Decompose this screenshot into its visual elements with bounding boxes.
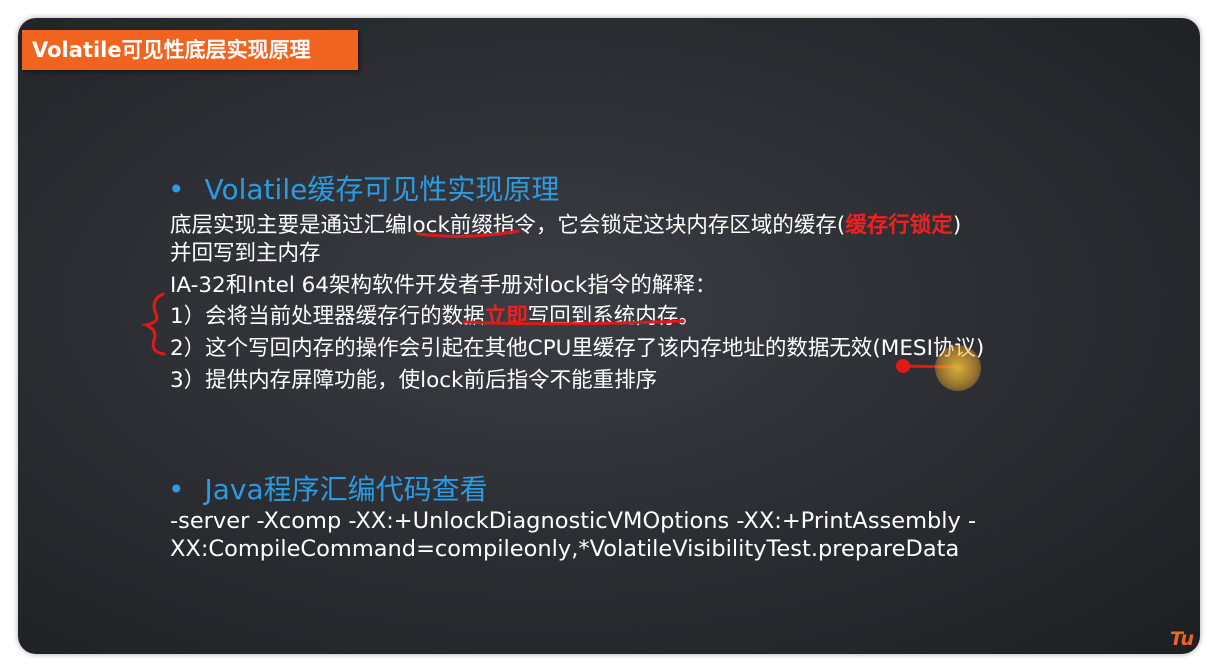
jvm-args-line-2: XX:CompileCommand=compileonly,*VolatileV… xyxy=(170,536,960,562)
immediately-highlight: 立即 xyxy=(484,304,528,329)
list-item-1-end: 写回到系统内存。 xyxy=(527,304,700,329)
cache-line-lock-highlight: 缓存行锁定 xyxy=(845,213,953,238)
section1-heading-text: Volatile缓存可见性实现原理 xyxy=(204,173,560,206)
section1-heading: • Volatile缓存可见性实现原理 xyxy=(168,168,559,208)
line-manual: IA-32和Intel 64架构软件开发者手册对lock指令的解释： xyxy=(170,273,717,298)
line-writeback: 并回写到主内存 xyxy=(170,241,321,266)
list-item-3: 3）提供内存屏障功能，使lock前后指令不能重排序 xyxy=(170,368,658,393)
bullet-icon: • xyxy=(168,173,185,206)
list-item-2: 2）这个写回内存的操作会引起在其他CPU里缓存了该内存地址的数据无效(MESI协… xyxy=(170,336,985,361)
line-lock-prefix-close: ) xyxy=(952,213,962,238)
section2-heading: • Java程序汇编代码查看 xyxy=(168,468,488,508)
section2-heading-text: Java程序汇编代码查看 xyxy=(204,473,488,506)
pointer-highlight-icon xyxy=(935,345,981,391)
list-item-1-text: 1）会将当前处理器缓存行的数据 xyxy=(170,304,485,329)
line-lock-prefix-text: 底层实现主要是通过汇编lock前缀指令，它会锁定这块内存区域的缓存( xyxy=(170,213,846,238)
line-lock-prefix: 底层实现主要是通过汇编lock前缀指令，它会锁定这块内存区域的缓存(缓存行锁定) xyxy=(170,208,961,239)
brand-logo: Tu xyxy=(1169,628,1194,650)
slide: Volatile可见性底层实现原理 • Volatile缓存可见性实现原理 底层实… xyxy=(18,18,1200,654)
list-item-1: 1）会将当前处理器缓存行的数据立即写回到系统内存。 xyxy=(170,299,700,330)
brace-annotation xyxy=(140,292,166,356)
bullet-icon: • xyxy=(168,473,185,506)
slide-title: Volatile可见性底层实现原理 xyxy=(22,30,358,70)
jvm-args-line-1: -server -Xcomp -XX:+UnlockDiagnosticVMOp… xyxy=(170,508,977,534)
